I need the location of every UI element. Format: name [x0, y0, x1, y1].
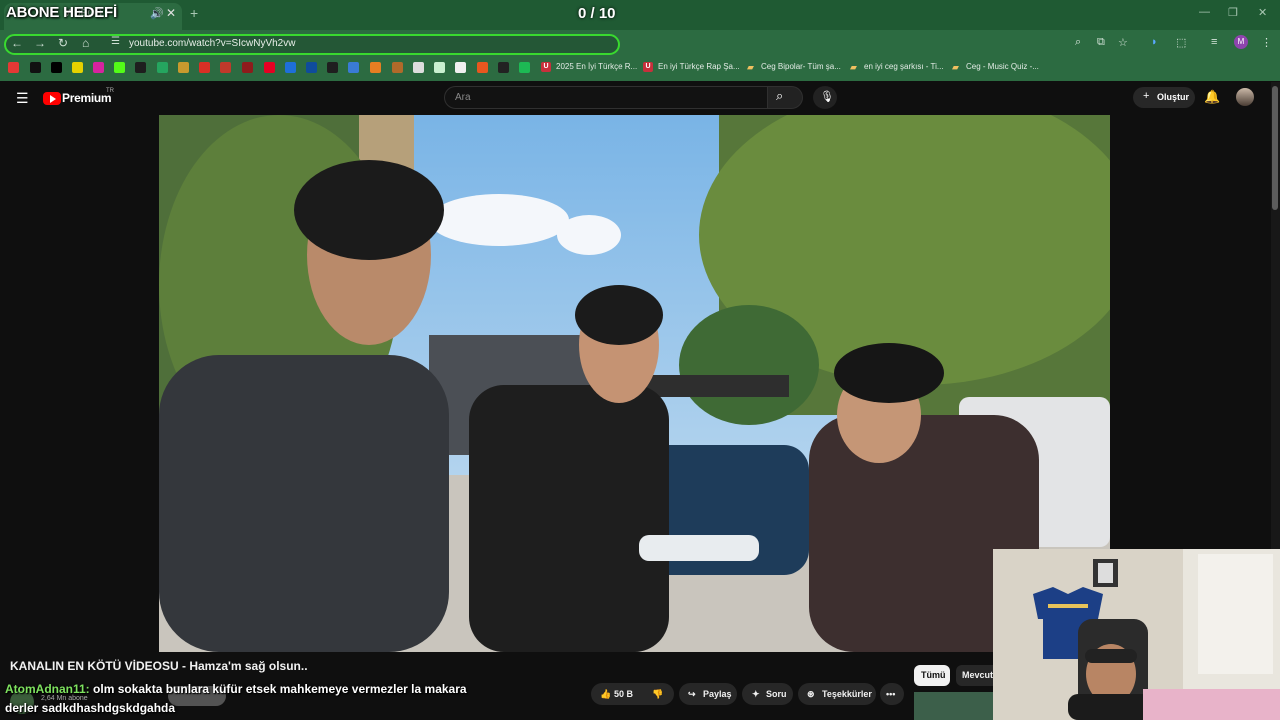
bookmarks-bar: [0, 57, 1280, 81]
extension-icon[interactable]: ◗: [1151, 36, 1158, 48]
play-icon: [50, 95, 56, 103]
dislike-icon[interactable]: 👎: [652, 689, 663, 700]
bookmark-favicon[interactable]: U: [541, 62, 551, 72]
scrollbar-thumb[interactable]: [1272, 86, 1278, 210]
app-bookmark-icon[interactable]: [413, 62, 424, 73]
instagram-bookmark-icon[interactable]: [93, 62, 104, 73]
app-bookmark-icon[interactable]: [498, 62, 509, 73]
youtube-brand[interactable]: Premium: [62, 91, 112, 105]
sheets-bookmark-icon[interactable]: [157, 62, 168, 73]
gmail-bookmark-icon[interactable]: [199, 62, 210, 73]
create-label: Oluştur: [1157, 92, 1190, 102]
app-bookmark-icon[interactable]: [455, 62, 466, 73]
x-bookmark-icon[interactable]: [51, 62, 62, 73]
plus-icon: +: [1143, 90, 1150, 102]
sparkle-icon: ✦: [752, 689, 760, 699]
install-icon[interactable]: ⧉: [1097, 36, 1105, 49]
app-bookmark-icon[interactable]: [392, 62, 403, 73]
reading-list-icon[interactable]: ≡: [1211, 36, 1217, 48]
bookmark-star-icon[interactable]: ☆: [1118, 36, 1128, 49]
app-bookmark-icon[interactable]: [348, 62, 359, 73]
tab-close-icon[interactable]: ✕: [166, 6, 176, 20]
app-bookmark-icon[interactable]: [477, 62, 488, 73]
site-info-icon[interactable]: ☰: [111, 36, 120, 47]
video-player[interactable]: [159, 115, 1110, 652]
video-frame: [159, 115, 1110, 652]
bookmark-link[interactable]: en iyi ceg şarkısı - Ti...: [864, 62, 944, 71]
thanks-icon: ⊛: [807, 689, 815, 699]
app-bookmark-icon[interactable]: [220, 62, 231, 73]
search-placeholder: Ara: [455, 92, 471, 103]
bookmark-favicon[interactable]: U: [643, 62, 653, 72]
kick-bookmark-icon[interactable]: [114, 62, 125, 73]
search-input[interactable]: [444, 86, 768, 109]
app-bookmark-icon[interactable]: [285, 62, 296, 73]
video-title: KANALIN EN KÖTÜ VİDEOSU - Hamza'm sağ ol…: [10, 659, 308, 673]
profile-avatar[interactable]: M: [1234, 35, 1248, 49]
hamburger-menu-icon[interactable]: ☰: [16, 90, 29, 107]
home-icon[interactable]: ⌂: [82, 36, 89, 50]
app-bookmark-icon[interactable]: [519, 62, 530, 73]
pinterest-bookmark-icon[interactable]: [264, 62, 275, 73]
like-count: 50 B: [614, 689, 634, 699]
chat-username: AtomAdnan11:: [5, 682, 90, 696]
thanks-label: Teşekkürler: [822, 689, 872, 699]
app-bookmark-icon[interactable]: [306, 62, 317, 73]
reload-icon[interactable]: ↻: [58, 36, 68, 50]
bookmark-link[interactable]: Ceg - Music Quiz -...: [966, 62, 1039, 71]
bookmark-link[interactable]: 2025 En İyi Türkçe R...: [556, 62, 637, 71]
snapchat-bookmark-icon[interactable]: [72, 62, 83, 73]
menu-dots-icon[interactable]: ⋮: [1261, 36, 1272, 49]
more-dots-icon: •••: [886, 689, 896, 699]
minimize-icon[interactable]: —: [1199, 6, 1210, 18]
region-code: TR: [106, 88, 114, 94]
window-close-icon[interactable]: ✕: [1258, 6, 1267, 19]
bookmark-favicon[interactable]: ▰: [952, 62, 959, 73]
app-bookmark-icon[interactable]: [178, 62, 189, 73]
app-bookmark-icon[interactable]: [135, 62, 146, 73]
bookmark-favicon[interactable]: ▰: [850, 62, 857, 73]
app-bookmark-icon[interactable]: [327, 62, 338, 73]
search-icon: ⌕: [776, 88, 784, 103]
search-button[interactable]: [767, 86, 803, 109]
app-bookmark-icon[interactable]: [370, 62, 381, 73]
webcam-frame: [993, 549, 1280, 720]
chat-overlay-message: AtomAdnan11: olm sokakta bunlara küfür e…: [5, 680, 500, 718]
app-bookmark-icon[interactable]: [434, 62, 445, 73]
tab-audio-icon[interactable]: 🔊: [150, 7, 164, 20]
forward-icon[interactable]: →: [34, 36, 46, 50]
address-bar[interactable]: [4, 34, 620, 55]
like-icon[interactable]: 👍: [600, 689, 611, 700]
screen: { "stream_overlay": { "goal_title": "ABO…: [0, 0, 1280, 720]
bookmark-link[interactable]: Ceg Bipolar- Tüm şa...: [761, 62, 841, 71]
user-avatar[interactable]: [1236, 88, 1254, 106]
share-label: Paylaş: [703, 689, 732, 699]
microphone-icon: 🎙: [820, 91, 834, 103]
ask-label: Soru: [766, 689, 787, 699]
subscriber-goal-count: 0 / 10: [578, 5, 616, 22]
back-icon[interactable]: ←: [11, 36, 23, 50]
chip-all-label: Tümü: [921, 670, 946, 680]
bookmark-link[interactable]: En iyi Türkçe Rap Şa...: [658, 62, 740, 71]
share-icon: ↪: [688, 689, 696, 699]
app-bookmark-icon[interactable]: [242, 62, 253, 73]
restore-icon[interactable]: ❐: [1228, 6, 1238, 19]
bookmark-favicon[interactable]: ▰: [747, 62, 754, 73]
youtube-bookmark-icon[interactable]: [8, 62, 19, 73]
url-text[interactable]: youtube.com/watch?v=SIcwNyVh2vw: [129, 38, 295, 49]
notifications-bell-icon[interactable]: 🔔: [1204, 89, 1220, 105]
recommended-thumbnail[interactable]: [914, 692, 994, 720]
tiktok-bookmark-icon[interactable]: [30, 62, 41, 73]
extensions-puzzle-icon[interactable]: ⬚: [1176, 36, 1186, 49]
new-tab-icon[interactable]: +: [190, 5, 198, 21]
chip-second-label: Mevcut: [962, 670, 994, 680]
streamer-webcam: [993, 549, 1280, 720]
zoom-icon[interactable]: ⌕: [1075, 36, 1081, 49]
subscriber-goal-title: ABONE HEDEFİ: [6, 4, 117, 21]
